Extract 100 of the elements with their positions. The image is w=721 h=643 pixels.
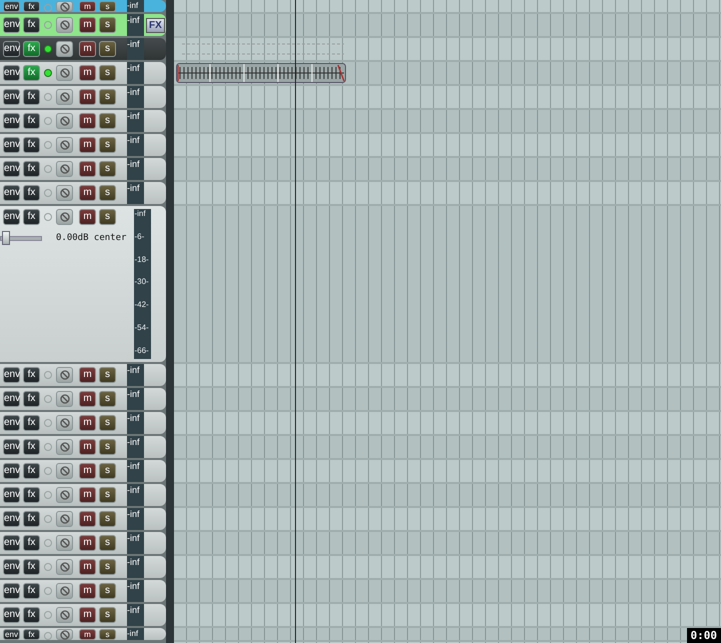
- solo-button[interactable]: s: [99, 209, 116, 225]
- track-lane[interactable]: [174, 532, 721, 554]
- envelope-button[interactable]: env: [3, 559, 20, 575]
- track-lane[interactable]: [174, 134, 721, 156]
- phase-button[interactable]: [56, 607, 73, 623]
- mute-button[interactable]: m: [79, 209, 96, 225]
- track-lane[interactable]: [174, 0, 721, 12]
- mute-button[interactable]: m: [79, 559, 96, 575]
- mute-button[interactable]: m: [79, 629, 96, 640]
- fx-button[interactable]: fx: [23, 559, 40, 575]
- volume-fader[interactable]: [0, 231, 42, 245]
- solo-button[interactable]: s: [99, 629, 116, 640]
- mute-button[interactable]: m: [79, 113, 96, 129]
- envelope-button[interactable]: env: [3, 89, 20, 105]
- mute-button[interactable]: m: [79, 511, 96, 527]
- mute-button[interactable]: m: [79, 89, 96, 105]
- fx-button[interactable]: fx: [23, 1, 40, 12]
- envelope-button[interactable]: env: [3, 391, 20, 407]
- media-item[interactable]: [176, 63, 346, 83]
- phase-button[interactable]: [56, 41, 73, 57]
- track-panel[interactable]: env fx m s -inf: [0, 556, 166, 578]
- fx-button[interactable]: fx: [23, 65, 40, 81]
- phase-button[interactable]: [56, 161, 73, 177]
- envelope-button[interactable]: env: [3, 17, 20, 33]
- track-lane[interactable]: [174, 388, 721, 410]
- track-panel[interactable]: env fx m s -inf: [0, 484, 166, 506]
- solo-button[interactable]: s: [99, 535, 116, 551]
- track-panel[interactable]: env fx m s -inf: [0, 580, 166, 602]
- mute-button[interactable]: m: [79, 17, 96, 33]
- envelope-button[interactable]: env: [3, 161, 20, 177]
- track-panel[interactable]: env fx m s -inf: [0, 628, 166, 640]
- envelope-button[interactable]: env: [3, 113, 20, 129]
- track-panel[interactable]: env fx m s -inf: [0, 364, 166, 386]
- fx-button[interactable]: fx: [23, 607, 40, 623]
- track-lane[interactable]: [174, 38, 721, 60]
- fx-button[interactable]: fx: [23, 439, 40, 455]
- fx-button[interactable]: fx: [23, 511, 40, 527]
- envelope-button[interactable]: env: [3, 629, 20, 640]
- envelope-button[interactable]: env: [3, 487, 20, 503]
- fx-button[interactable]: fx: [23, 391, 40, 407]
- solo-button[interactable]: s: [99, 415, 116, 431]
- track-lane[interactable]: [174, 62, 721, 84]
- track-panel[interactable]: env fx m s 0.00dB center -inf -6- -18- -30- -42- -54- -66-: [0, 206, 166, 362]
- phase-button[interactable]: [56, 511, 73, 527]
- record-arm-led[interactable]: [44, 69, 52, 77]
- track-lane[interactable]: [174, 556, 721, 578]
- track-lane[interactable]: [174, 364, 721, 386]
- track-lane[interactable]: [174, 182, 721, 204]
- track-panel[interactable]: env fx m s -inf: [0, 0, 166, 12]
- envelope-button[interactable]: env: [3, 415, 20, 431]
- mute-button[interactable]: m: [79, 487, 96, 503]
- phase-button[interactable]: [56, 65, 73, 81]
- solo-button[interactable]: s: [99, 161, 116, 177]
- fx-button[interactable]: fx: [23, 161, 40, 177]
- solo-button[interactable]: s: [99, 137, 116, 153]
- mute-button[interactable]: m: [79, 41, 96, 57]
- track-lane[interactable]: [174, 14, 721, 36]
- phase-button[interactable]: [56, 415, 73, 431]
- fx-button[interactable]: fx: [23, 463, 40, 479]
- track-panel[interactable]: env fx m s -inf FX: [0, 14, 166, 36]
- envelope-button[interactable]: env: [3, 535, 20, 551]
- fx-button[interactable]: fx: [23, 367, 40, 383]
- track-panel[interactable]: env fx m s -inf: [0, 460, 166, 482]
- solo-button[interactable]: s: [99, 487, 116, 503]
- mute-button[interactable]: m: [79, 535, 96, 551]
- track-panel[interactable]: env fx m s -inf: [0, 62, 166, 84]
- track-panel[interactable]: env fx m s -inf: [0, 182, 166, 204]
- fx-button[interactable]: fx: [23, 185, 40, 201]
- phase-button[interactable]: [56, 17, 73, 33]
- fx-button[interactable]: fx: [23, 583, 40, 599]
- mute-button[interactable]: m: [79, 463, 96, 479]
- solo-button[interactable]: s: [99, 583, 116, 599]
- record-arm-led[interactable]: [44, 45, 52, 53]
- envelope-button[interactable]: env: [3, 65, 20, 81]
- fx-button[interactable]: fx: [23, 535, 40, 551]
- mute-button[interactable]: m: [79, 391, 96, 407]
- phase-button[interactable]: [56, 89, 73, 105]
- fx-button[interactable]: fx: [23, 137, 40, 153]
- solo-button[interactable]: s: [99, 607, 116, 623]
- mute-button[interactable]: m: [79, 607, 96, 623]
- track-lane[interactable]: [174, 436, 721, 458]
- mute-button[interactable]: m: [79, 65, 96, 81]
- track-lane[interactable]: [174, 580, 721, 602]
- envelope-button[interactable]: env: [3, 583, 20, 599]
- envelope-button[interactable]: env: [3, 137, 20, 153]
- solo-button[interactable]: s: [99, 367, 116, 383]
- track-lane[interactable]: [174, 158, 721, 180]
- phase-button[interactable]: [56, 583, 73, 599]
- mute-button[interactable]: m: [79, 1, 96, 12]
- solo-button[interactable]: s: [99, 89, 116, 105]
- envelope-button[interactable]: env: [3, 511, 20, 527]
- phase-button[interactable]: [56, 367, 73, 383]
- track-panel[interactable]: env fx m s -inf: [0, 86, 166, 108]
- phase-button[interactable]: [56, 559, 73, 575]
- mute-button[interactable]: m: [79, 185, 96, 201]
- track-lane[interactable]: [174, 110, 721, 132]
- track-lane[interactable]: [174, 484, 721, 506]
- mute-button[interactable]: m: [79, 583, 96, 599]
- track-lane[interactable]: [174, 206, 721, 362]
- solo-button[interactable]: s: [99, 391, 116, 407]
